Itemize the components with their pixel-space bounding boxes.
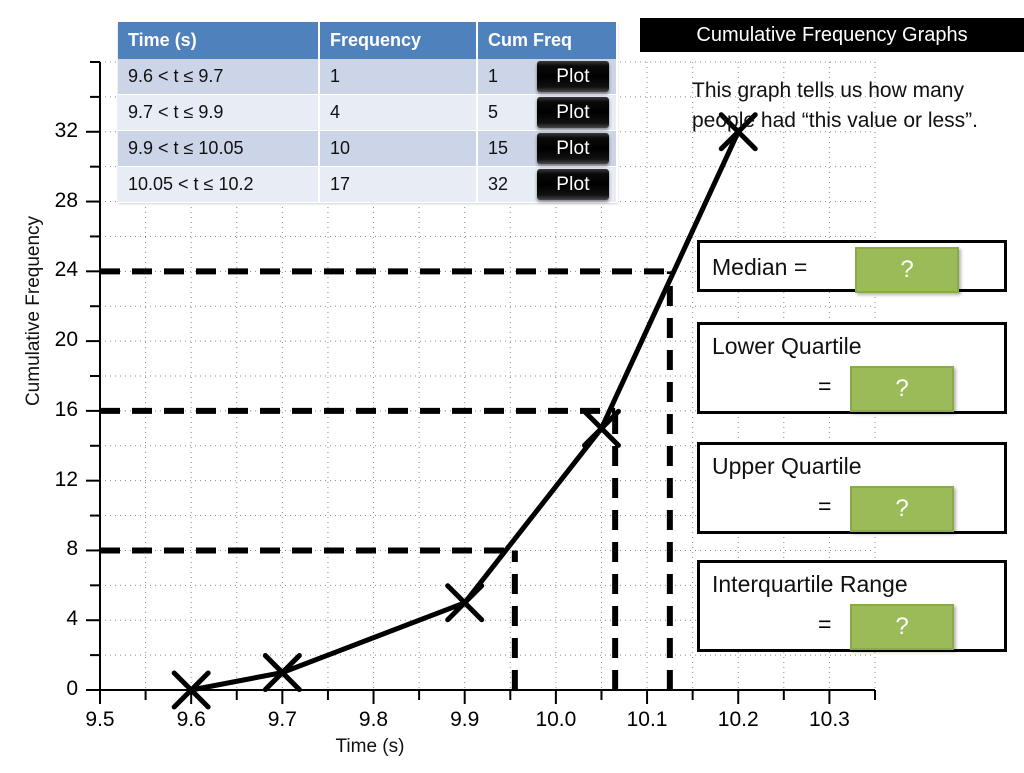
- x-axis-tick-label: 9.7: [267, 708, 297, 731]
- cell-frequency: 10: [319, 130, 478, 167]
- column-header-cum-freq: Cum Freq: [477, 22, 618, 59]
- cell-time: 9.6 < t ≤ 9.7: [118, 59, 320, 95]
- answer-label-upper-quartile: Upper Quartile: [712, 453, 862, 479]
- answer-box-interquartile-range[interactable]: Interquartile Range = ?: [697, 560, 1007, 652]
- explanation-text: This graph tells us how many people had …: [692, 79, 978, 132]
- cell-time: 9.9 < t ≤ 10.05: [118, 130, 320, 167]
- answer-value-interquartile-range[interactable]: ?: [850, 604, 954, 650]
- cell-time: 9.7 < t ≤ 9.9: [118, 94, 320, 131]
- answer-label-lower-quartile: Lower Quartile: [712, 333, 862, 359]
- equals-sign-interquartile-range: =: [818, 611, 832, 637]
- table-header-row: Time (s) Frequency Cum Freq: [118, 22, 618, 59]
- cell-frequency: 17: [319, 166, 478, 203]
- y-axis-tick-label: 28: [54, 188, 78, 212]
- equals-sign-upper-quartile: =: [818, 493, 832, 519]
- cell-frequency: 4: [319, 94, 478, 131]
- answer-label-interquartile-range: Interquartile Range: [712, 571, 908, 597]
- x-axis-tick-label: 10.2: [717, 708, 759, 731]
- plot-button[interactable]: Plot: [537, 61, 609, 93]
- x-axis-tick-label: 9.8: [358, 708, 389, 731]
- answer-label-median: Median =: [712, 254, 808, 280]
- cell-frequency: 1: [319, 59, 478, 95]
- answer-value-upper-quartile[interactable]: ?: [850, 486, 954, 532]
- y-axis-tick-label: 16: [54, 397, 78, 421]
- y-axis-tick-label: 12: [54, 467, 78, 491]
- page-title: Cumulative Frequency Graphs: [640, 18, 1024, 52]
- y-axis-tick-label: 32: [54, 118, 78, 142]
- y-axis-tick-label: 24: [54, 258, 78, 282]
- column-header-time: Time (s): [118, 22, 320, 59]
- column-header-frequency: Frequency: [319, 22, 478, 59]
- slide-canvas: Cumulative Frequency Time (s) 0 4 8 12 16 20 2…: [0, 0, 1024, 768]
- x-axis-title: Time (s): [335, 736, 405, 757]
- answer-box-lower-quartile[interactable]: Lower Quartile = ?: [697, 322, 1007, 414]
- cell-time: 10.05 < t ≤ 10.2: [118, 166, 320, 203]
- x-axis-tick-label: 9.5: [85, 708, 115, 731]
- x-axis-tick-label: 9.9: [450, 708, 480, 731]
- plot-button[interactable]: Plot: [537, 169, 609, 200]
- answer-box-median[interactable]: Median = ?: [697, 240, 1007, 293]
- answer-value-lower-quartile[interactable]: ?: [850, 366, 954, 412]
- y-axis-tick-label: 0: [66, 677, 78, 700]
- y-axis-tick-label: 8: [66, 537, 78, 561]
- x-axis-tick-label: 10.1: [626, 708, 668, 731]
- answer-box-upper-quartile[interactable]: Upper Quartile = ?: [697, 442, 1007, 534]
- x-axis-tick-label: 10.0: [535, 708, 577, 731]
- x-axis-tick-label: 10.3: [808, 708, 850, 731]
- answer-value-median[interactable]: ?: [855, 247, 959, 293]
- equals-sign-lower-quartile: =: [818, 373, 832, 399]
- plot-button[interactable]: Plot: [537, 133, 609, 164]
- x-axis-tick-label: 9.6: [176, 708, 206, 731]
- plot-button[interactable]: Plot: [537, 97, 609, 128]
- y-axis-tick-label: 20: [54, 328, 78, 352]
- y-axis-tick-label: 4: [66, 607, 78, 631]
